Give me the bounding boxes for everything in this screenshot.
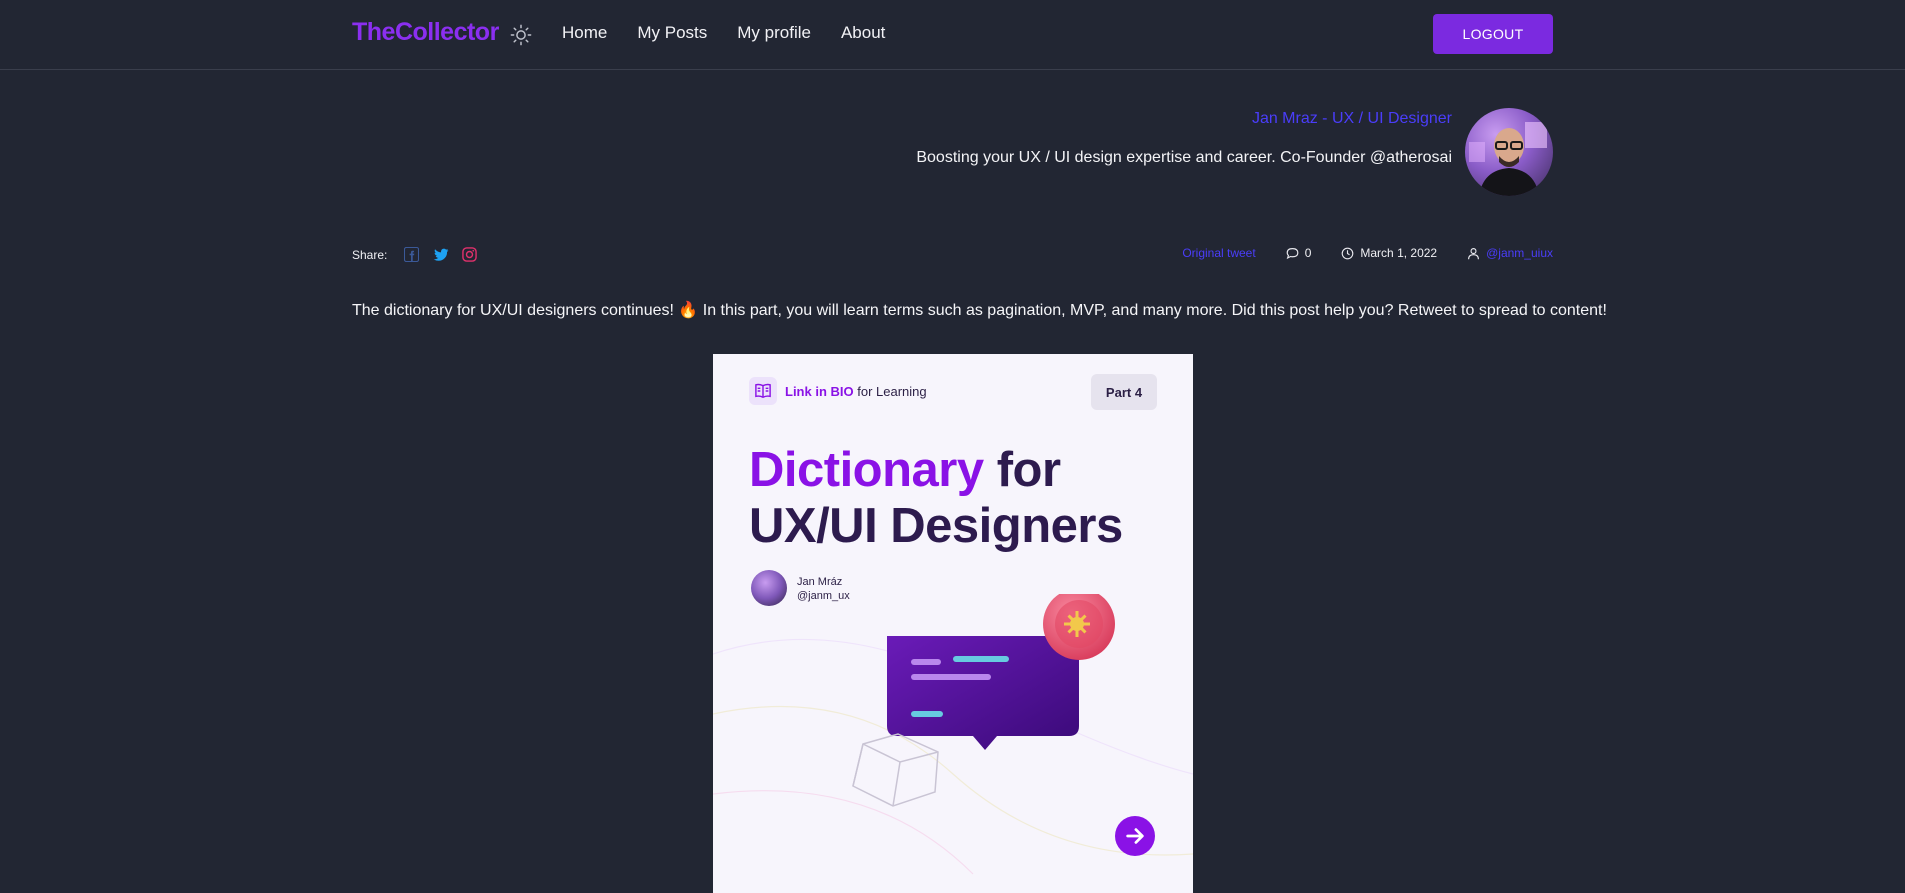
twitter-icon[interactable] [432,246,449,263]
author-bio: Boosting your UX / UI design expertise a… [916,149,1452,166]
author-name-link[interactable]: Jan Mraz - UX / UI Designer [1252,110,1452,128]
top-navbar: TheCollector Home My Posts My profile Ab… [0,0,1905,70]
post-date: March 1, 2022 [1341,246,1437,260]
post-image-card[interactable]: Link in BIO for Learning Part 4 Dictiona… [713,354,1193,893]
card-title-accent: Dictionary [749,443,984,497]
nav-home[interactable]: Home [562,23,607,43]
author-avatar[interactable] [1465,108,1553,196]
card-badge: Link in BIO for Learning [785,384,927,399]
card-title-rest: for [983,443,1061,497]
facebook-icon[interactable] [403,246,420,263]
logout-button[interactable]: LOGOUT [1433,14,1553,54]
instagram-icon[interactable] [461,246,478,263]
share-label: Share: [352,247,388,262]
main-nav: Home My Posts My profile About [562,23,885,43]
card-title: Dictionary for UX/UI Designers [749,442,1169,554]
nav-about[interactable]: About [841,23,885,43]
card-badge-rest: for Learning [853,384,927,399]
theme-toggle-button[interactable] [508,22,534,48]
nav-my-posts[interactable]: My Posts [637,23,707,43]
part-badge: Part 4 [1091,374,1157,410]
original-tweet-link[interactable]: Original tweet [1182,246,1255,260]
comment-icon [1286,247,1299,259]
post-text: The dictionary for UX/UI designers conti… [352,302,1607,319]
book-icon [749,377,777,405]
clock-icon [1342,247,1354,259]
comments-count[interactable]: 0 [1286,246,1312,260]
card-title-line-2: UX/UI Designers [749,499,1123,553]
author-handle[interactable]: @janm_uiux [1467,246,1553,260]
sun-icon [510,24,532,46]
card-author-name: Jan Mráz [797,576,843,588]
site-logo[interactable]: TheCollector [352,18,499,47]
share-bar: Share: [352,246,478,263]
post-date-value: March 1, 2022 [1360,246,1438,260]
user-icon [1468,247,1480,259]
author-handle-link[interactable]: @janm_uiux [1486,246,1553,260]
avatar-portrait [1469,122,1547,196]
post-meta: Original tweet 0 March 1, 2022 @janm_uiu… [1182,246,1553,260]
next-arrow-icon[interactable] [1115,816,1155,856]
card-badge-highlight: Link in BIO [785,384,854,399]
nav-my-profile[interactable]: My profile [737,23,811,43]
card-header: Link in BIO for Learning Part 4 [749,374,1157,410]
comments-count-value: 0 [1304,246,1312,260]
